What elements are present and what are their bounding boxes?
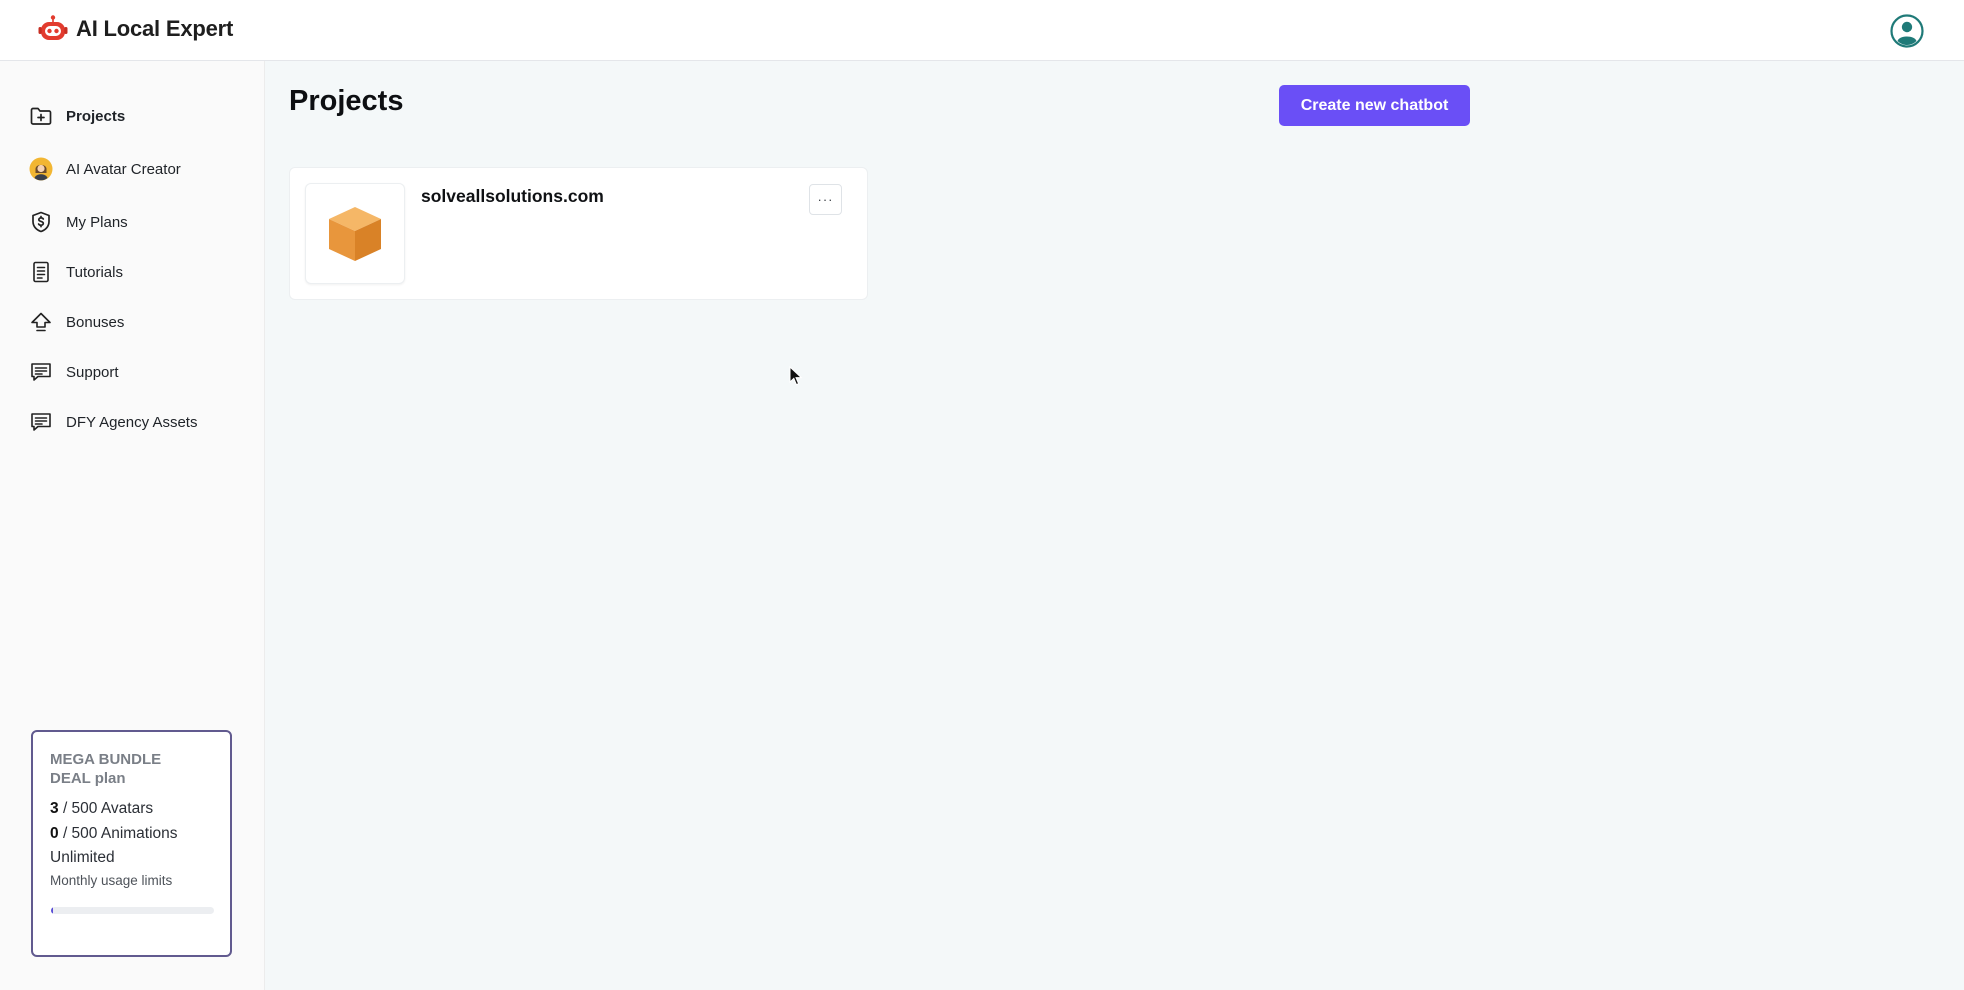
page-title: Projects	[289, 85, 404, 117]
sidebar-item-my-plans[interactable]: My Plans	[28, 206, 253, 238]
robot-icon	[38, 15, 68, 40]
animations-total: / 500 Animations	[62, 824, 178, 842]
avatar-icon	[28, 156, 54, 182]
app-logo[interactable]: AI Local Expert	[38, 12, 233, 46]
animations-used: 0	[50, 824, 59, 842]
create-new-chatbot-button[interactable]: Create new chatbot	[1279, 85, 1470, 126]
sidebar-item-dfy-agency-assets[interactable]: DFY Agency Assets	[28, 406, 253, 438]
project-name: solveallsolutions.com	[421, 186, 604, 206]
chat-icon	[28, 359, 54, 385]
sidebar: Projects AI Avatar Creator My Plans Tuto…	[0, 61, 265, 990]
app-name: AI Local Expert	[76, 16, 234, 41]
document-icon	[28, 259, 54, 285]
sidebar-item-label: Tutorials	[66, 263, 123, 281]
sidebar-item-bonuses[interactable]: Bonuses	[28, 306, 253, 338]
mouse-cursor-icon	[789, 366, 803, 386]
main-content: Projects Create new chatbot solveallsolu…	[265, 61, 1964, 990]
app-root: AI Local Expert Projects AI Avatar Creat…	[0, 0, 1964, 990]
avatars-total: / 500 Avatars	[62, 800, 154, 817]
plan-usage-card: MEGA BUNDLE DEAL plan 3 / 500 Avatars 0 …	[31, 730, 232, 957]
more-options-button[interactable]: ···	[809, 184, 842, 215]
usage-progress-fill	[51, 907, 54, 914]
sidebar-item-label: Bonuses	[66, 313, 125, 331]
plan-title: MEGA BUNDLE DEAL plan	[50, 751, 162, 787]
sidebar-item-label: My Plans	[66, 213, 128, 231]
sidebar-item-ai-avatar-creator[interactable]: AI Avatar Creator	[28, 153, 253, 185]
sidebar-item-label: Support	[66, 363, 119, 381]
unlimited-label: Unlimited	[50, 849, 115, 866]
folder-plus-icon	[28, 103, 54, 129]
sidebar-item-projects[interactable]: Projects	[28, 100, 253, 132]
chat-icon	[28, 409, 54, 435]
top-header: AI Local Expert	[0, 0, 1964, 61]
user-account-icon[interactable]	[1890, 14, 1924, 48]
sidebar-item-tutorials[interactable]: Tutorials	[28, 256, 253, 288]
usage-progress-bar	[51, 907, 214, 914]
avatars-used: 3	[50, 800, 59, 817]
project-card[interactable]: solveallsolutions.com ···	[289, 167, 868, 300]
sidebar-item-support[interactable]: Support	[28, 356, 253, 388]
sidebar-item-label: Projects	[66, 107, 126, 125]
shield-dollar-icon	[28, 209, 54, 235]
upload-arrow-icon	[28, 309, 54, 335]
animations-usage: 0 / 500 Animations	[50, 822, 212, 847]
avatars-usage: 3 / 500 Avatars	[50, 797, 212, 822]
usage-limits-caption: Monthly usage limits	[50, 872, 173, 888]
sidebar-item-label: AI Avatar Creator	[66, 160, 181, 178]
project-thumbnail	[305, 183, 405, 284]
box-icon	[329, 206, 381, 261]
sidebar-item-label: DFY Agency Assets	[66, 413, 198, 431]
